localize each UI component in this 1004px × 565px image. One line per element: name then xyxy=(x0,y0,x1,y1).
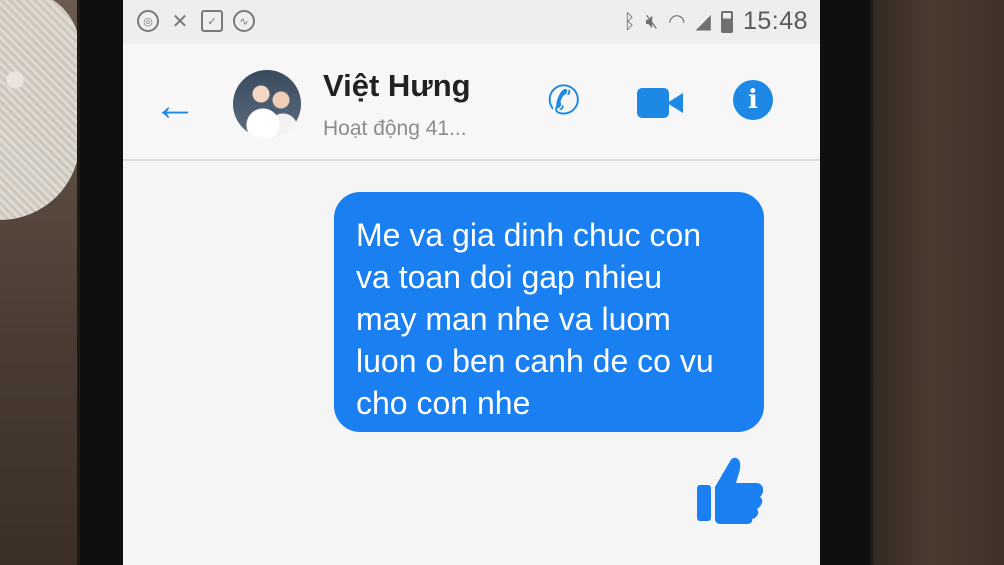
status-clock: 15:48 xyxy=(742,7,808,35)
table-background-right xyxy=(854,0,1004,565)
info-icon[interactable]: i xyxy=(733,80,773,120)
checklist-icon: ✓ xyxy=(201,10,223,32)
avatar[interactable] xyxy=(233,70,301,138)
mute-icon: 🔇︎ xyxy=(645,10,659,33)
back-arrow-icon[interactable]: ← xyxy=(153,84,197,128)
message-thread: Me va gia dinh chuc con va toan doi gap … xyxy=(123,161,820,565)
messenger-icon: ∿ xyxy=(233,10,255,32)
sent-message-bubble[interactable]: Me va gia dinh chuc con va toan doi gap … xyxy=(334,192,764,432)
wifi-icon: ◠ xyxy=(668,10,686,33)
presence-status: Hoạt động 41... xyxy=(323,117,467,140)
phone-icon[interactable]: ✆ xyxy=(547,78,581,124)
bluetooth-icon: ᛒ xyxy=(623,10,636,33)
phone-frame: ◎ ✕ ✓ ∿ ᛒ 🔇︎ ◠ ◢ 15:48 ← Việt Hưng Hoạt … xyxy=(80,0,870,565)
battery-icon xyxy=(720,10,733,33)
messenger-screen: ◎ ✕ ✓ ∿ ᛒ 🔇︎ ◠ ◢ 15:48 ← Việt Hưng Hoạt … xyxy=(123,0,820,565)
signal-icon: ◢ xyxy=(695,10,711,33)
status-bar: ◎ ✕ ✓ ∿ ᛒ 🔇︎ ◠ ◢ 15:48 xyxy=(123,0,820,44)
conversation-header: ← Việt Hưng Hoạt động 41... ✆ i xyxy=(123,44,820,161)
missed-call-icon: ✕ xyxy=(171,10,189,33)
video-icon[interactable] xyxy=(637,88,685,118)
contact-name[interactable]: Việt Hưng xyxy=(323,68,471,104)
thumbs-up-icon[interactable] xyxy=(695,453,765,525)
chrome-icon: ◎ xyxy=(137,10,159,32)
